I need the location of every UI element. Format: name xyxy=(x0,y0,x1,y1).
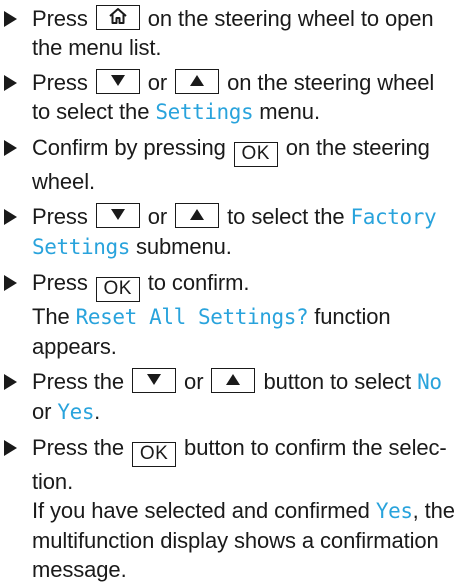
step-bullet-arrow-icon xyxy=(4,275,17,291)
step-text: Press xyxy=(32,6,94,31)
ok-key: OK xyxy=(132,442,177,467)
display-message-text: No xyxy=(417,370,442,394)
triangle-down-key xyxy=(95,69,140,94)
triangle-down-icon xyxy=(147,374,162,385)
display-message-text: Reset All Settings? xyxy=(75,305,309,329)
step-bullet-arrow-icon xyxy=(4,140,17,156)
home-icon xyxy=(109,8,127,24)
step-text: or xyxy=(141,204,174,229)
step-text: Press the xyxy=(32,369,131,394)
instruction-step: Press on the steering wheel to open the … xyxy=(0,4,456,62)
ok-key: OK xyxy=(233,142,278,167)
step-text: or xyxy=(178,369,210,394)
triangle-down-key xyxy=(95,203,140,228)
step-text: Press the xyxy=(32,435,131,460)
display-message-text: Yes xyxy=(57,400,95,424)
step-bullet-arrow-icon xyxy=(4,374,17,390)
display-message-text: Settings xyxy=(155,100,254,124)
step-text: to confirm. xyxy=(141,270,250,295)
step-text: The xyxy=(32,304,76,329)
step-text: to select the xyxy=(221,204,351,229)
ok-key: OK xyxy=(95,277,140,302)
triangle-up-key xyxy=(211,368,256,393)
step-text: submenu. xyxy=(129,234,232,259)
step-text: Press xyxy=(32,270,94,295)
instruction-step: Press the OK button to confirm the selec… xyxy=(0,433,456,584)
step-text: menu. xyxy=(253,99,320,124)
instruction-step: Press or to select the Factory Settings … xyxy=(0,202,456,262)
step-text: button to select xyxy=(257,369,418,394)
triangle-up-icon xyxy=(190,209,205,220)
instruction-page: Press on the steering wheel to open the … xyxy=(0,0,464,582)
step-bullet-arrow-icon xyxy=(4,75,17,91)
triangle-up-key xyxy=(175,203,220,228)
step-bullet-arrow-icon xyxy=(4,209,17,225)
instruction-step: Press OK to confirm. The Reset All Settin… xyxy=(0,268,456,361)
step-text: Confirm by pressing xyxy=(32,135,232,160)
instruction-step: Confirm by pressing OK on the steering w… xyxy=(0,133,456,196)
instruction-step: Press the or button to select No or Yes. xyxy=(0,367,456,427)
home-key xyxy=(95,5,140,30)
step-text: If you have selected and confirmed xyxy=(32,498,376,523)
step-text: or xyxy=(141,70,174,95)
step-text: Press xyxy=(32,70,94,95)
step-bullet-arrow-icon xyxy=(4,11,17,27)
triangle-up-key xyxy=(175,69,220,94)
step-text: . xyxy=(94,399,101,424)
step-text: or xyxy=(32,399,58,424)
triangle-down-icon xyxy=(110,75,125,86)
instruction-step: Press or on the steering wheel to select… xyxy=(0,68,456,127)
triangle-up-icon xyxy=(226,374,241,385)
triangle-down-icon xyxy=(110,209,125,220)
step-bullet-arrow-icon xyxy=(4,440,17,456)
step-text: Press xyxy=(32,204,94,229)
display-message-text: Yes xyxy=(375,499,413,523)
triangle-up-icon xyxy=(190,75,205,86)
triangle-down-key xyxy=(132,368,177,393)
